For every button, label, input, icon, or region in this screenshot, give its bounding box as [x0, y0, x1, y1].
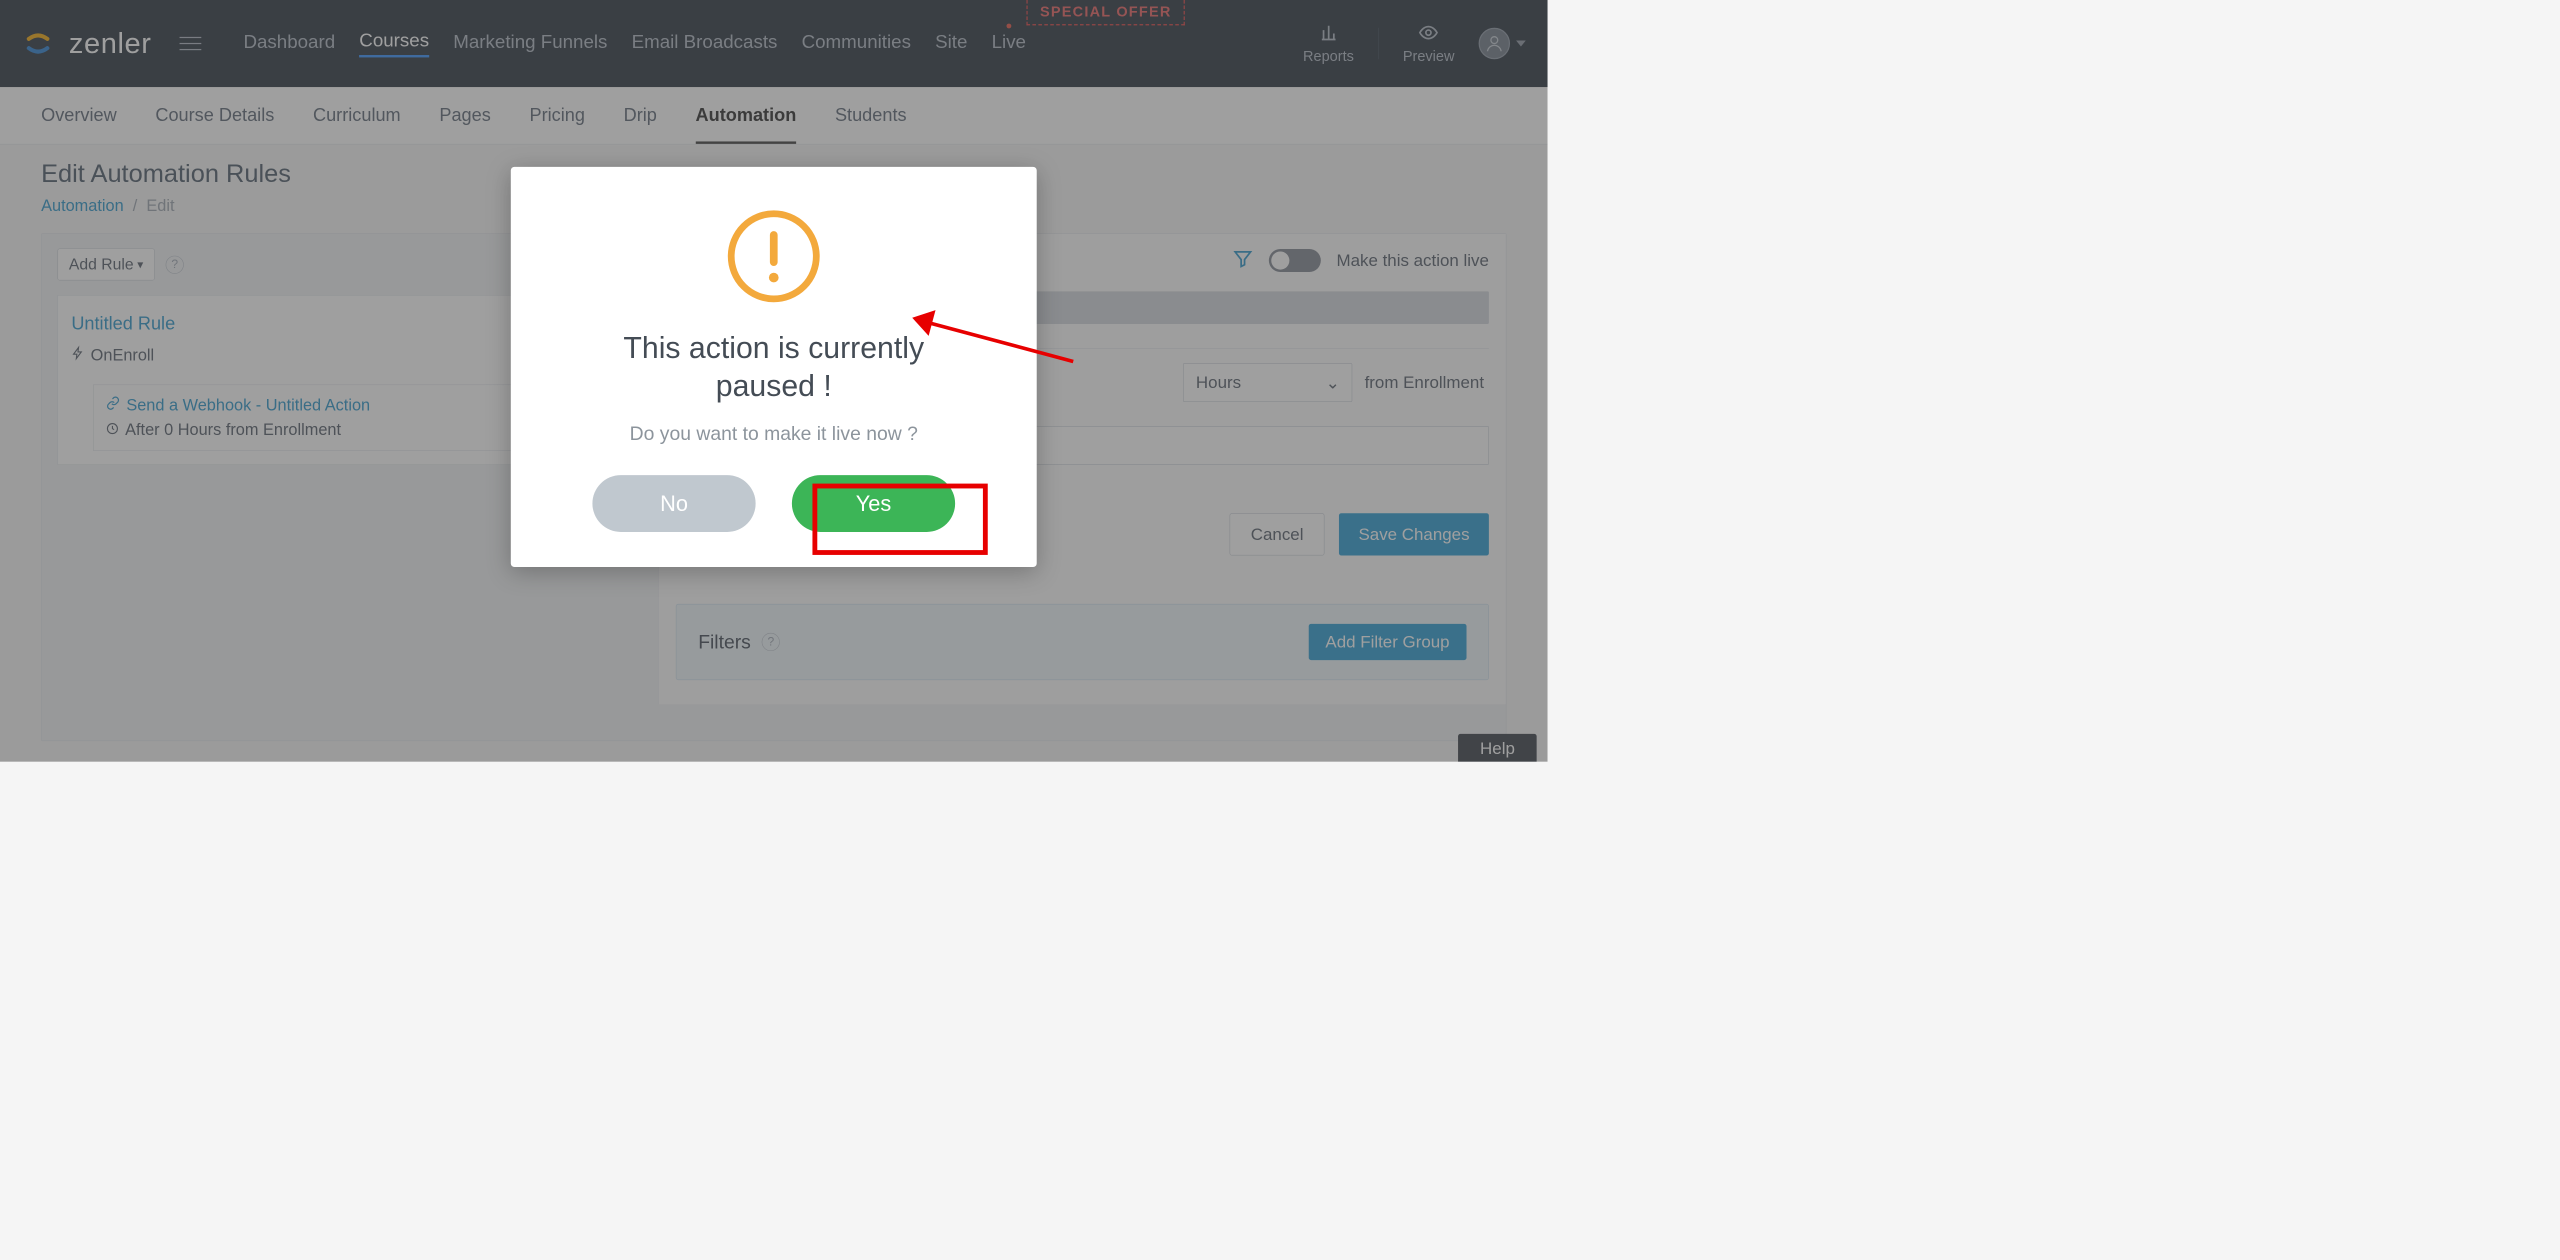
confirm-live-modal: This action is currently paused ! Do you…: [511, 167, 1037, 567]
modal-yes-button[interactable]: Yes: [792, 475, 955, 532]
modal-subtitle: Do you want to make it live now ?: [630, 423, 918, 445]
modal-buttons: No Yes: [592, 475, 955, 532]
modal-title-l1: This action is currently: [623, 331, 924, 365]
modal-no-button[interactable]: No: [592, 475, 755, 532]
modal-title-l2: paused !: [716, 368, 832, 402]
modal-title: This action is currently paused !: [623, 329, 924, 405]
warning-icon: [725, 208, 822, 305]
